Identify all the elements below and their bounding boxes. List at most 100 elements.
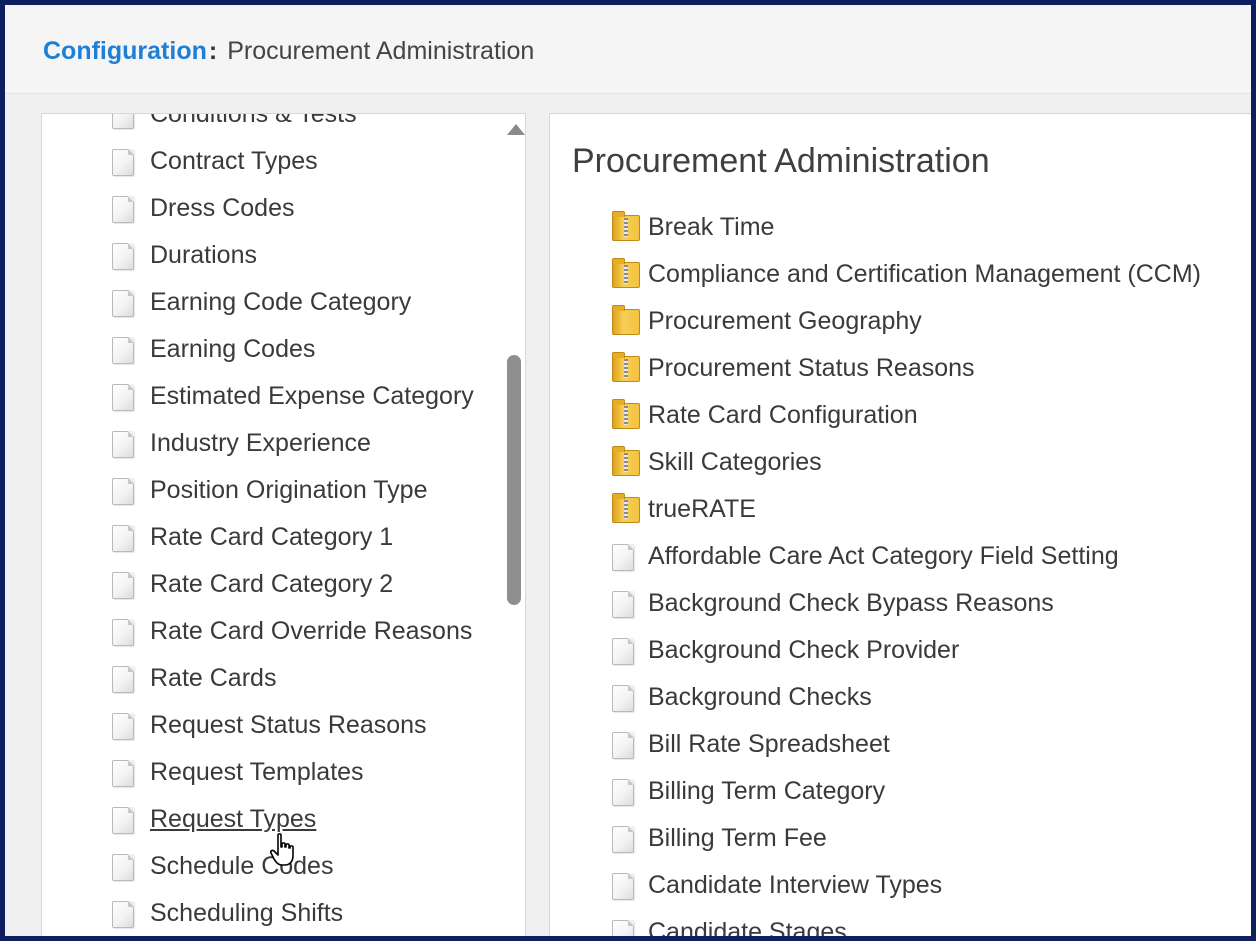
left-nav-item-label[interactable]: Estimated Expense Category — [150, 382, 474, 410]
left-nav-item-rate-card-override-reasons[interactable]: Rate Card Override Reasons — [42, 608, 502, 655]
main-item-affordable-care-act-category-field-setting[interactable]: Affordable Care Act Category Field Setti… — [550, 533, 1251, 580]
left-nav-item-label[interactable]: Rate Card Category 1 — [150, 523, 393, 551]
main-item-rate-card-configuration[interactable]: Rate Card Configuration — [550, 392, 1251, 439]
document-icon — [612, 544, 634, 571]
left-nav-item-contract-types[interactable]: Contract Types — [42, 138, 502, 185]
document-icon — [112, 431, 134, 458]
document-icon — [612, 920, 634, 936]
document-icon — [112, 901, 134, 928]
folder-icon — [612, 305, 640, 335]
left-nav-item-industry-experience[interactable]: Industry Experience — [42, 420, 502, 467]
document-icon — [612, 732, 634, 759]
document-icon — [612, 826, 634, 853]
document-icon — [112, 196, 134, 223]
main-item-label[interactable]: trueRATE — [648, 495, 756, 523]
left-nav-item-rate-card-category-2[interactable]: Rate Card Category 2 — [42, 561, 502, 608]
main-item-billing-term-fee[interactable]: Billing Term Fee — [550, 815, 1251, 862]
left-nav-item-label[interactable]: Earning Code Category — [150, 288, 411, 316]
left-nav-item-position-origination-type[interactable]: Position Origination Type — [42, 467, 502, 514]
main-item-label[interactable]: Affordable Care Act Category Field Setti… — [648, 542, 1119, 570]
left-nav-item-label[interactable]: Industry Experience — [150, 429, 371, 457]
document-icon — [612, 638, 634, 665]
left-nav-item-label[interactable]: Contract Types — [150, 147, 318, 175]
main-item-candidate-stages[interactable]: Candidate Stages — [550, 909, 1251, 936]
main-item-list: Break Time Compliance and Certification M… — [550, 204, 1251, 936]
main-item-skill-categories[interactable]: Skill Categories — [550, 439, 1251, 486]
main-item-truerate[interactable]: trueRATE — [550, 486, 1251, 533]
main-item-label[interactable]: Skill Categories — [648, 448, 822, 476]
main-item-label[interactable]: Procurement Status Reasons — [648, 354, 975, 382]
document-icon — [612, 779, 634, 806]
main-item-procurement-status-reasons[interactable]: Procurement Status Reasons — [550, 345, 1251, 392]
left-nav-item-earning-code-category[interactable]: Earning Code Category — [42, 279, 502, 326]
document-icon — [112, 572, 134, 599]
main-item-label[interactable]: Billing Term Fee — [648, 824, 827, 852]
main-item-label[interactable]: Background Check Bypass Reasons — [648, 589, 1054, 617]
left-navigation-panel: Conditions & Tests Contract Types Dress Co… — [41, 113, 526, 936]
left-nav-item-label[interactable]: Request Types — [150, 805, 316, 833]
left-nav-item-dress-codes[interactable]: Dress Codes — [42, 185, 502, 232]
zip-folder-icon — [612, 352, 640, 382]
left-nav-item-label[interactable]: Durations — [150, 241, 257, 269]
left-nav-item-label[interactable]: Rate Cards — [150, 664, 276, 692]
main-item-compliance-and-certification-management-ccm[interactable]: Compliance and Certification Management … — [550, 251, 1251, 298]
document-icon — [112, 713, 134, 740]
page-title: Procurement Administration — [572, 142, 990, 180]
left-nav-item-label[interactable]: Request Status Reasons — [150, 711, 427, 739]
left-nav-item-label[interactable]: Dress Codes — [150, 194, 295, 222]
left-nav-item-label[interactable]: Rate Card Category 2 — [150, 570, 393, 598]
main-item-label[interactable]: Rate Card Configuration — [648, 401, 918, 429]
left-nav-item-label[interactable]: Position Origination Type — [150, 476, 427, 504]
zip-folder-icon — [612, 258, 640, 288]
document-icon — [112, 149, 134, 176]
main-item-label[interactable]: Background Checks — [648, 683, 872, 711]
left-nav-item-rate-cards[interactable]: Rate Cards — [42, 655, 502, 702]
left-nav-item-label[interactable]: Rate Card Override Reasons — [150, 617, 472, 645]
left-scrollbar[interactable] — [503, 114, 525, 936]
main-content-panel: Procurement Administration Break Time Com… — [549, 113, 1251, 936]
main-item-background-check-bypass-reasons[interactable]: Background Check Bypass Reasons — [550, 580, 1251, 627]
left-nav-item-estimated-expense-category[interactable]: Estimated Expense Category — [42, 373, 502, 420]
left-nav-item-label[interactable]: Earning Codes — [150, 335, 315, 363]
main-item-background-checks[interactable]: Background Checks — [550, 674, 1251, 721]
main-item-label[interactable]: Procurement Geography — [648, 307, 922, 335]
left-nav-item-request-templates[interactable]: Request Templates — [42, 749, 502, 796]
main-item-bill-rate-spreadsheet[interactable]: Bill Rate Spreadsheet — [550, 721, 1251, 768]
main-item-label[interactable]: Background Check Provider — [648, 636, 959, 664]
main-item-break-time[interactable]: Break Time — [550, 204, 1251, 251]
main-item-label[interactable]: Compliance and Certification Management … — [648, 260, 1201, 288]
left-nav-item-earning-codes[interactable]: Earning Codes — [42, 326, 502, 373]
left-nav-item-rate-card-category-1[interactable]: Rate Card Category 1 — [42, 514, 502, 561]
document-icon — [112, 114, 134, 129]
left-nav-list: Conditions & Tests Contract Types Dress Co… — [42, 114, 502, 936]
main-item-label[interactable]: Break Time — [648, 213, 774, 241]
breadcrumb-configuration-link[interactable]: Configuration — [43, 37, 207, 65]
main-item-label[interactable]: Bill Rate Spreadsheet — [648, 730, 890, 758]
document-icon — [612, 685, 634, 712]
document-icon — [112, 337, 134, 364]
left-nav-item-label[interactable]: Conditions & Tests — [150, 114, 357, 128]
document-icon — [112, 478, 134, 505]
main-item-procurement-geography[interactable]: Procurement Geography — [550, 298, 1251, 345]
main-item-label[interactable]: Candidate Stages — [648, 918, 847, 936]
left-nav-item-scheduling-shifts[interactable]: Scheduling Shifts — [42, 890, 502, 936]
left-nav-item-label[interactable]: Scheduling Shifts — [150, 899, 343, 927]
main-item-label[interactable]: Billing Term Category — [648, 777, 885, 805]
main-item-background-check-provider[interactable]: Background Check Provider — [550, 627, 1251, 674]
left-nav-item-durations[interactable]: Durations — [42, 232, 502, 279]
left-nav-item-label[interactable]: Schedule Codes — [150, 852, 333, 880]
left-nav-item-conditions-tests[interactable]: Conditions & Tests — [42, 114, 502, 138]
zip-folder-icon — [612, 211, 640, 241]
document-icon — [112, 807, 134, 834]
scrollbar-thumb[interactable] — [507, 355, 521, 605]
document-icon — [112, 290, 134, 317]
zip-folder-icon — [612, 493, 640, 523]
main-item-candidate-interview-types[interactable]: Candidate Interview Types — [550, 862, 1251, 909]
breadcrumb-current: Procurement Administration — [227, 37, 535, 65]
main-item-label[interactable]: Candidate Interview Types — [648, 871, 942, 899]
left-nav-item-label[interactable]: Request Templates — [150, 758, 364, 786]
page-header: Configuration: Procurement Administration — [5, 5, 1251, 94]
left-nav-item-request-status-reasons[interactable]: Request Status Reasons — [42, 702, 502, 749]
scroll-up-arrow-icon[interactable] — [507, 124, 525, 135]
main-item-billing-term-category[interactable]: Billing Term Category — [550, 768, 1251, 815]
